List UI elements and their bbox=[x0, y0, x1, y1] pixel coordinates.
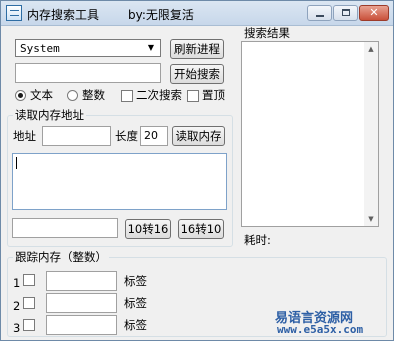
close-icon: ✕ bbox=[369, 6, 379, 19]
results-title: 搜索结果 bbox=[244, 26, 290, 40]
stay-on-top-checkbox[interactable] bbox=[187, 90, 199, 102]
elapsed-label: 耗时: bbox=[244, 233, 271, 247]
window-title: 内存搜索工具 bbox=[27, 8, 100, 22]
scroll-up-icon[interactable]: ▲ bbox=[364, 43, 378, 55]
address-label: 地址 bbox=[13, 129, 36, 143]
track-row-number: 1 bbox=[13, 276, 21, 290]
refresh-process-button[interactable]: 刷新进程 bbox=[170, 39, 224, 59]
track-row-tag: 标签 bbox=[124, 318, 147, 332]
maximize-icon bbox=[342, 9, 350, 16]
results-list[interactable]: ▲ ▼ bbox=[241, 41, 379, 227]
radio-int-label: 整数 bbox=[82, 88, 105, 102]
track-row-checkbox[interactable] bbox=[23, 297, 35, 309]
track-memory-title: 跟踪内存（整数） bbox=[13, 250, 109, 264]
memory-content-textarea[interactable] bbox=[12, 153, 227, 210]
dec-to-hex-button[interactable]: 10转16 bbox=[125, 219, 171, 239]
results-scrollbar[interactable]: ▲ ▼ bbox=[364, 42, 378, 226]
track-row-value-input[interactable] bbox=[46, 315, 117, 335]
start-search-button[interactable]: 开始搜索 bbox=[170, 64, 224, 84]
track-row-tag: 标签 bbox=[124, 296, 147, 310]
watermark-site-url: www.e5a5x.com bbox=[277, 323, 364, 336]
length-value: 20 bbox=[144, 129, 158, 142]
chevron-down-icon[interactable]: ▼ bbox=[144, 41, 158, 55]
second-search-label: 二次搜索 bbox=[136, 88, 182, 102]
second-search-checkbox[interactable] bbox=[121, 90, 133, 102]
maximize-button[interactable] bbox=[333, 5, 358, 21]
process-select[interactable]: System ▼ bbox=[15, 39, 161, 57]
radio-text[interactable] bbox=[15, 90, 26, 101]
track-row-number: 3 bbox=[13, 321, 21, 335]
radio-int[interactable] bbox=[67, 90, 78, 101]
read-memory-title: 读取内存地址 bbox=[13, 108, 86, 122]
address-input[interactable] bbox=[42, 126, 111, 146]
search-input[interactable] bbox=[15, 63, 161, 83]
read-memory-button[interactable]: 读取内存 bbox=[172, 126, 225, 146]
track-row-tag: 标签 bbox=[124, 274, 147, 288]
minimize-icon bbox=[316, 15, 324, 17]
track-row-value-input[interactable] bbox=[46, 293, 117, 313]
length-input[interactable]: 20 bbox=[140, 126, 168, 146]
hex-convert-input[interactable] bbox=[12, 218, 118, 238]
window-subtitle: by:无限复活 bbox=[128, 8, 194, 22]
app-window: 内存搜索工具 by:无限复活 ✕ System ▼ 刷新进程 开始搜索 文本 整… bbox=[0, 0, 394, 341]
minimize-button[interactable] bbox=[307, 5, 332, 21]
track-row-checkbox[interactable] bbox=[23, 274, 35, 286]
stay-on-top-label: 置顶 bbox=[202, 88, 225, 102]
track-row-checkbox[interactable] bbox=[23, 319, 35, 331]
length-label: 长度 bbox=[115, 129, 138, 143]
hex-to-dec-button[interactable]: 16转10 bbox=[178, 219, 224, 239]
app-icon bbox=[6, 5, 22, 21]
process-select-value: System bbox=[20, 42, 60, 55]
close-button[interactable]: ✕ bbox=[359, 5, 389, 21]
track-row-value-input[interactable] bbox=[46, 271, 117, 291]
track-row-number: 2 bbox=[13, 299, 21, 313]
text-caret bbox=[16, 157, 17, 169]
scroll-down-icon[interactable]: ▼ bbox=[364, 213, 378, 225]
radio-text-label: 文本 bbox=[30, 88, 53, 102]
title-bar[interactable]: 内存搜索工具 by:无限复活 ✕ bbox=[1, 1, 393, 26]
